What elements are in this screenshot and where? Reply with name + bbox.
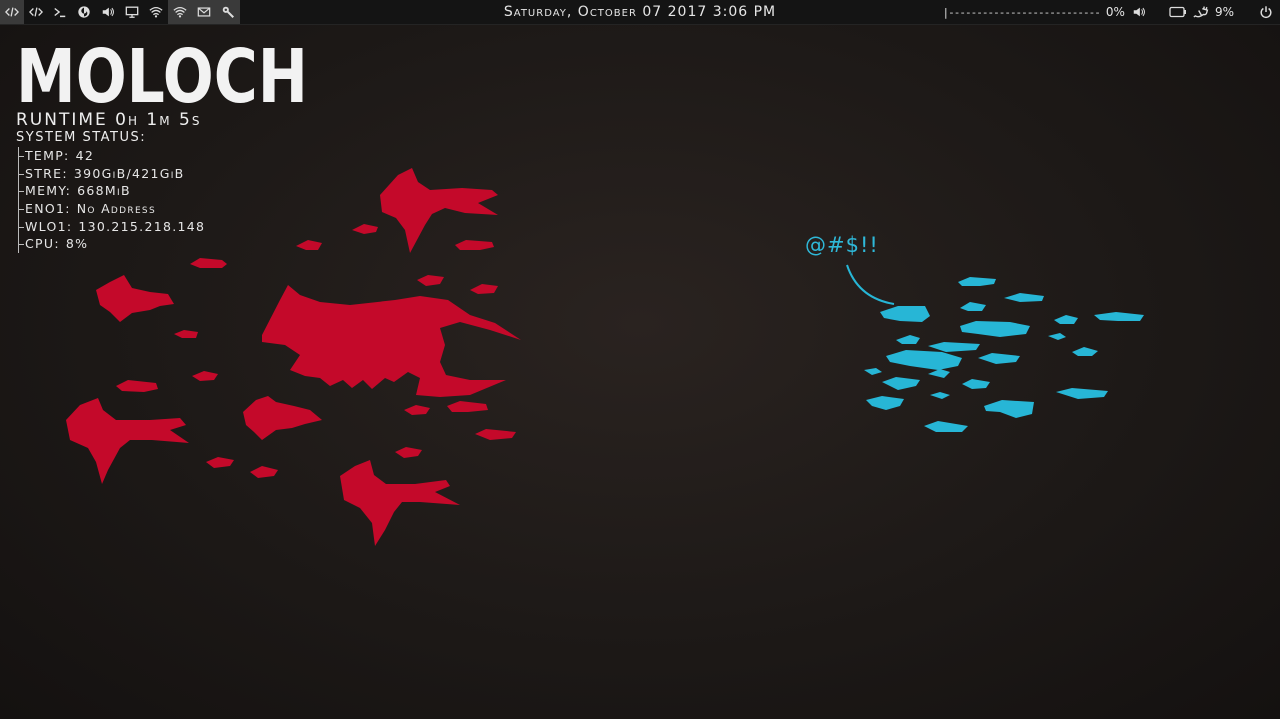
red-fighter (470, 284, 498, 294)
blue-ship (978, 353, 1020, 364)
runtime: RUNTIME 0h 1m 5s (16, 110, 202, 130)
blue-ship (962, 379, 990, 389)
red-cruiser (380, 168, 498, 253)
red-fighter (475, 429, 516, 440)
red-fighter (206, 457, 234, 468)
blue-ship (924, 421, 968, 432)
red-fighter (250, 466, 278, 478)
red-fighter (447, 401, 488, 412)
blue-ship (866, 396, 904, 410)
blue-ship (984, 400, 1034, 418)
blue-ship (930, 392, 950, 399)
red-frigate (243, 396, 322, 440)
red-fighter (190, 258, 227, 268)
red-cruiser (66, 398, 189, 484)
blue-ship (1048, 333, 1066, 340)
blue-ship (1004, 293, 1044, 302)
blue-ship (928, 342, 980, 352)
red-fighter (116, 380, 158, 392)
speech-pointer (846, 264, 895, 305)
blue-ship (880, 306, 930, 322)
system-status-title: SYSTEM STATUS: (16, 130, 147, 145)
stat-temp: TEMP: 42 (19, 147, 336, 165)
red-fighter (395, 447, 422, 458)
blue-ship (1054, 315, 1078, 324)
blue-ship (882, 377, 920, 390)
stat-cpu: CPU: 8% (19, 235, 336, 253)
blue-ship (1072, 347, 1098, 356)
stat-memory: MEMY: 668MiB (19, 182, 336, 200)
red-fighter (417, 275, 444, 286)
red-fighter (455, 240, 494, 250)
red-flagship (262, 285, 521, 397)
blue-ship (1056, 388, 1108, 399)
blue-ship (896, 335, 920, 344)
blue-ship (864, 368, 882, 375)
red-fighter (404, 405, 430, 415)
blue-ship (886, 350, 962, 370)
stat-storage: STRE: 390GiB/421GiB (19, 165, 336, 183)
stat-wlo1: WLO1: 130.215.218.148 (19, 218, 336, 236)
red-fighter (192, 371, 218, 381)
svg-text:MOLOCH: MOLOCH (16, 46, 308, 104)
red-cruiser (340, 460, 460, 546)
moloch-logo: MOLOCH (16, 46, 308, 104)
blue-ship (960, 302, 986, 311)
red-fighter (352, 224, 378, 234)
blue-ship (1094, 312, 1144, 321)
stats-list: TEMP: 42 STRE: 390GiB/421GiB MEMY: 668MiB E… (18, 147, 336, 254)
blue-ship (958, 277, 996, 286)
stat-eno1: ENO1: No Address (19, 200, 336, 218)
speech-text: @#$!! (805, 233, 879, 257)
logo: MOLOCH (16, 46, 336, 104)
blue-fleet (864, 277, 1144, 432)
red-frigate (96, 275, 174, 322)
blue-ship (928, 369, 950, 378)
red-fighter (174, 330, 198, 338)
blue-ship (960, 321, 1030, 337)
conky-widget: MOLOCH RUNTIME 0h 1m 5s SYSTEM STATUS: T… (16, 46, 336, 254)
